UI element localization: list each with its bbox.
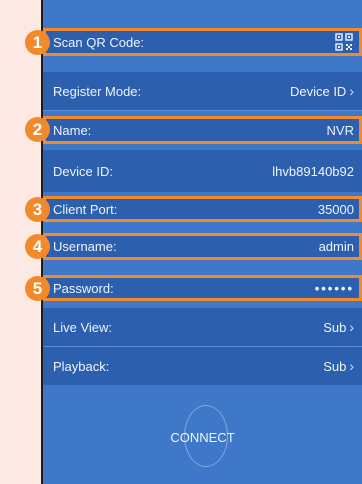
name-value: NVR — [326, 122, 354, 138]
step-badge-4: 4 — [25, 234, 50, 259]
client-port-value: 35000 — [317, 201, 354, 217]
live-view-row[interactable]: Live View: Sub › — [43, 308, 362, 346]
connect-button[interactable]: CONNECT — [43, 430, 362, 445]
chevron-right-icon: › — [349, 83, 354, 99]
chevron-right-icon: › — [349, 319, 354, 335]
password-value: •••••• — [314, 280, 354, 296]
playback-label: Playback: — [53, 358, 110, 374]
live-view-label: Live View: — [53, 319, 113, 335]
step-badge-3: 3 — [25, 197, 50, 222]
step-badge-2: 2 — [25, 117, 50, 142]
client-port-row[interactable]: Client Port: 35000 — [43, 196, 362, 222]
name-label: Name: — [53, 122, 92, 138]
device-id-label: Device ID: — [53, 163, 113, 179]
register-mode-label: Register Mode: — [53, 83, 142, 99]
app-screen: Scan QR Code: Register Mode: Device ID ›… — [43, 0, 362, 484]
username-label: Username: — [53, 239, 117, 254]
register-mode-row[interactable]: Register Mode: Device ID › — [43, 72, 362, 110]
playback-row[interactable]: Playback: Sub › — [43, 347, 362, 385]
step-badge-1: 1 — [25, 30, 50, 55]
name-row[interactable]: Name: NVR — [43, 116, 362, 144]
scan-qr-row[interactable]: Scan QR Code: — [43, 28, 362, 56]
live-view-value: Sub — [323, 319, 347, 335]
chevron-right-icon: › — [349, 358, 354, 374]
username-row[interactable]: Username: admin — [43, 233, 362, 260]
username-value: admin — [318, 239, 354, 254]
register-mode-value: Device ID — [289, 83, 347, 99]
divider — [43, 110, 362, 111]
scan-qr-label: Scan QR Code: — [53, 34, 145, 50]
playback-value: Sub — [323, 358, 347, 374]
step-badge-5: 5 — [25, 276, 50, 301]
password-row[interactable]: Password: •••••• — [43, 275, 362, 301]
client-port-label: Client Port: — [53, 201, 118, 217]
qr-code-icon[interactable] — [334, 32, 354, 52]
device-id-row[interactable]: Device ID: lhvb89140b92 — [43, 150, 362, 192]
device-id-value: lhvb89140b92 — [272, 163, 354, 179]
password-label: Password: — [53, 280, 114, 296]
